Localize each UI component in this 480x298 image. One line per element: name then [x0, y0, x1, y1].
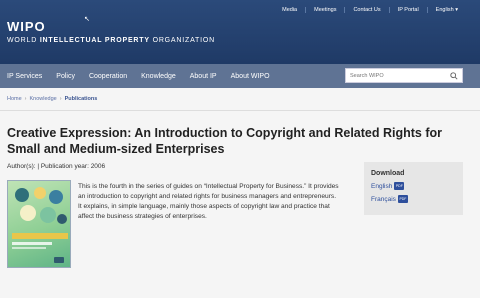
cover-subtitle-band: [12, 242, 52, 245]
nav-item-knowledge[interactable]: Knowledge: [134, 73, 183, 80]
pdf-icon[interactable]: PDF: [394, 182, 405, 190]
breadcrumb-current[interactable]: Publications: [65, 96, 98, 102]
download-item-english: English PDF: [371, 182, 456, 190]
nav-item-cooperation[interactable]: Cooperation: [82, 73, 134, 80]
nav-item-policy[interactable]: Policy: [49, 73, 82, 80]
breadcrumb-knowledge[interactable]: Knowledge: [30, 96, 57, 102]
breadcrumb-separator: ›: [59, 96, 62, 102]
publication-meta: Author(s): | Publication year: 2006: [7, 163, 106, 170]
cover-publisher-logo: [54, 257, 64, 263]
top-link-contact[interactable]: Contact Us: [344, 7, 388, 13]
download-panel: Download English PDF Français PDF: [364, 162, 463, 215]
search-box: [345, 68, 463, 83]
language-selector[interactable]: English ▾: [426, 7, 466, 13]
divider: [0, 110, 480, 111]
search-input[interactable]: [350, 72, 450, 79]
search-icon[interactable]: [450, 72, 458, 80]
download-item-french: Français PDF: [371, 195, 456, 203]
top-links: Media Meetings Contact Us IP Portal Engl…: [274, 7, 466, 13]
cover-line: [12, 247, 46, 249]
logo-mark: WIPO: [7, 19, 46, 34]
page-title: Creative Expression: An Introduction to …: [7, 126, 442, 156]
top-link-media[interactable]: Media: [274, 7, 305, 13]
publication-cover-image[interactable]: [7, 180, 71, 268]
top-link-meetings[interactable]: Meetings: [305, 7, 344, 13]
download-link-french[interactable]: Français: [371, 196, 396, 203]
nav-item-about-ip[interactable]: About IP: [183, 73, 224, 80]
nav-item-about-wipo[interactable]: About WIPO: [224, 73, 277, 80]
cover-photo-collage: [15, 187, 67, 224]
breadcrumb-separator: ›: [24, 96, 27, 102]
pdf-icon[interactable]: PDF: [397, 195, 408, 203]
breadcrumb: Home › Knowledge › Publications: [7, 96, 97, 102]
download-title: Download: [371, 170, 405, 177]
publication-description: This is the fourth in the series of guid…: [78, 183, 339, 220]
nav-item-ip-services[interactable]: IP Services: [0, 73, 49, 80]
cover-title-band: [12, 233, 68, 239]
wipo-logo[interactable]: WIPO WORLD INTELLECTUAL PROPERTY ORGANIZ…: [7, 19, 215, 44]
logo-text: WORLD INTELLECTUAL PROPERTY ORGANIZATION: [7, 37, 215, 44]
top-link-ip-portal[interactable]: IP Portal: [388, 7, 427, 13]
download-link-english[interactable]: English: [371, 183, 392, 190]
breadcrumb-home[interactable]: Home: [7, 96, 22, 102]
